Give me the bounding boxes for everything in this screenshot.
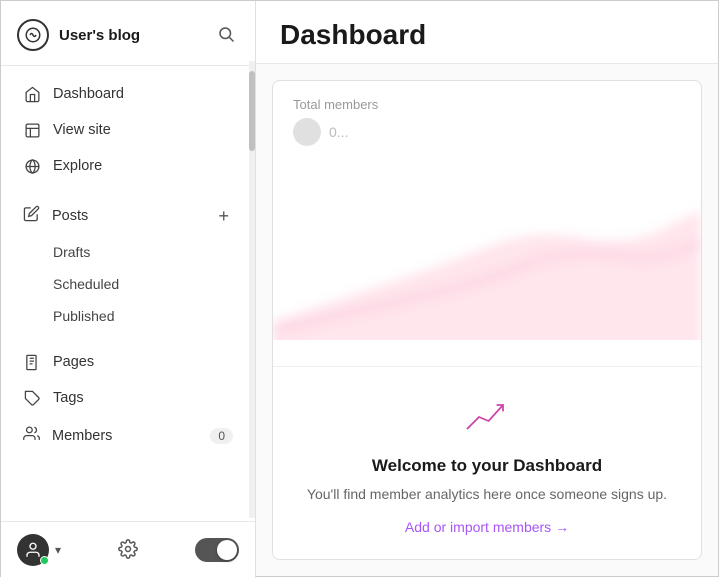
- posts-label: Posts: [52, 208, 88, 224]
- sidebar-item-explore[interactable]: Explore: [7, 148, 249, 184]
- sidebar-item-drafts[interactable]: Drafts: [7, 236, 249, 268]
- settings-button[interactable]: [114, 535, 142, 566]
- sidebar-footer: ▾: [1, 521, 255, 578]
- scroll-track[interactable]: [249, 61, 255, 518]
- scroll-thumb: [249, 71, 255, 151]
- welcome-description: You'll find member analytics here once s…: [307, 484, 667, 505]
- sidebar-item-members[interactable]: Members 0: [7, 416, 249, 456]
- published-label: Published: [53, 308, 115, 324]
- members-icon: [23, 425, 40, 447]
- explore-label: Explore: [53, 158, 102, 174]
- posts-icon: [23, 205, 40, 227]
- sidebar-nav: Dashboard View site Explore: [1, 66, 255, 521]
- logo-icon: [24, 26, 42, 44]
- main-header: Dashboard: [256, 1, 718, 64]
- pages-label: Pages: [53, 354, 94, 370]
- add-members-link[interactable]: Add or import members →: [405, 519, 569, 535]
- user-menu[interactable]: ▾: [17, 534, 61, 566]
- main-content: Dashboard Total members 0...: [256, 1, 718, 576]
- theme-toggle[interactable]: [195, 538, 239, 562]
- page-title: Dashboard: [280, 19, 694, 51]
- members-label: Members: [52, 428, 112, 444]
- search-button[interactable]: [213, 21, 239, 50]
- viewsite-icon: [23, 121, 41, 139]
- search-icon: [217, 25, 235, 43]
- sidebar-item-posts[interactable]: Posts +: [7, 196, 249, 236]
- sidebar-item-tags[interactable]: Tags: [7, 380, 249, 416]
- dashboard-icon: [23, 85, 41, 103]
- card-value-text: 0...: [329, 124, 348, 140]
- toggle-wrap: [195, 538, 239, 562]
- main-body: Total members 0...: [256, 64, 718, 576]
- pages-icon: [23, 353, 41, 371]
- tags-icon: [23, 389, 41, 407]
- sidebar-item-pages[interactable]: Pages: [7, 344, 249, 380]
- card-top: Total members 0...: [273, 81, 701, 154]
- user-icon: [24, 541, 42, 559]
- sidebar-item-viewsite[interactable]: View site: [7, 112, 249, 148]
- drafts-label: Drafts: [53, 244, 90, 260]
- brand-name: User's blog: [59, 27, 140, 44]
- sidebar-item-published[interactable]: Published: [7, 300, 249, 332]
- sidebar-header: User's blog: [1, 1, 255, 66]
- scheduled-label: Scheduled: [53, 276, 119, 292]
- brand-area[interactable]: User's blog: [17, 19, 140, 51]
- card-value-circle: [293, 118, 321, 146]
- chevron-down-icon: ▾: [55, 543, 61, 557]
- gear-icon: [118, 539, 138, 559]
- trend-icon: [463, 397, 511, 437]
- sidebar-item-scheduled[interactable]: Scheduled: [7, 268, 249, 300]
- dashboard-card: Total members 0...: [272, 80, 702, 560]
- explore-icon: [23, 157, 41, 175]
- welcome-title: Welcome to your Dashboard: [372, 456, 602, 476]
- welcome-overlay: Welcome to your Dashboard You'll find me…: [273, 366, 701, 559]
- viewsite-label: View site: [53, 122, 111, 138]
- chart-svg: [273, 154, 701, 340]
- tags-label: Tags: [53, 390, 84, 406]
- members-badge: 0: [210, 428, 233, 444]
- new-post-button[interactable]: +: [214, 205, 233, 227]
- chart-area: Welcome to your Dashboard You'll find me…: [273, 154, 701, 559]
- avatar-wrap: [17, 534, 49, 566]
- card-label: Total members: [293, 97, 681, 112]
- sidebar: User's blog Dashboard: [1, 1, 256, 578]
- dashboard-label: Dashboard: [53, 86, 124, 102]
- brand-logo: [17, 19, 49, 51]
- welcome-icon: [463, 397, 511, 442]
- card-value-row: 0...: [293, 118, 681, 146]
- sidebar-item-dashboard[interactable]: Dashboard: [7, 76, 249, 112]
- online-dot: [40, 556, 49, 565]
